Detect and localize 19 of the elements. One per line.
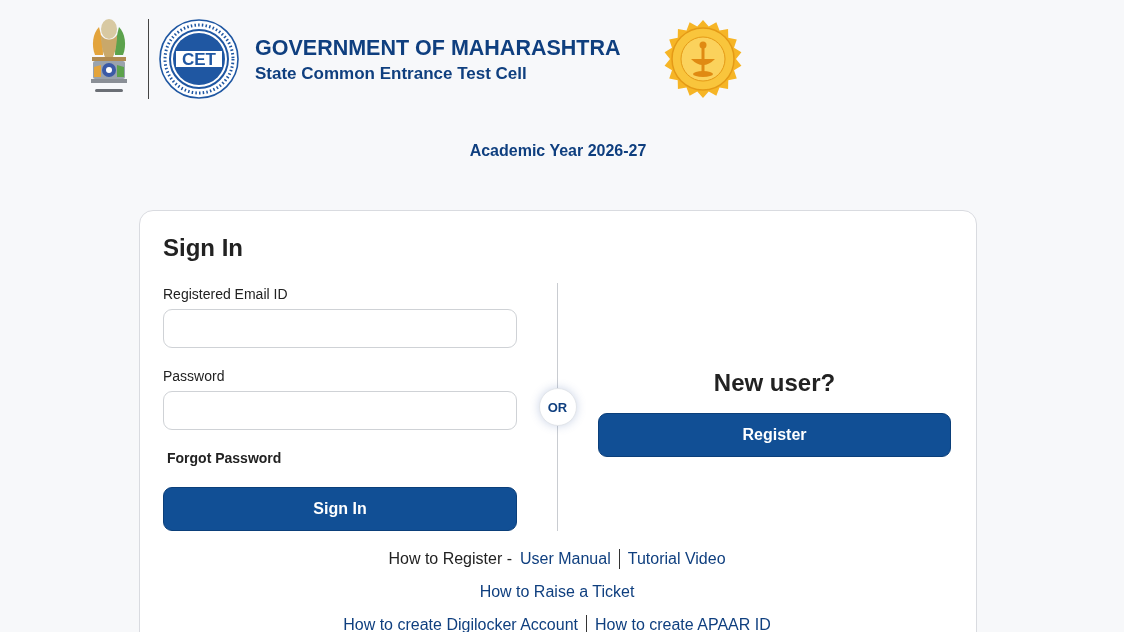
academic-year-heading: Academic Year 2026-27: [468, 141, 648, 161]
cet-logo: CET: [159, 19, 239, 99]
organization-title: GOVERNMENT OF MAHARASHTRA: [255, 34, 621, 61]
help-text: How to Register -: [388, 549, 512, 569]
or-badge: OR: [538, 388, 577, 426]
help-link[interactable]: How to create APAAR ID: [595, 615, 771, 632]
help-link[interactable]: How to Raise a Ticket: [479, 582, 635, 602]
sign-in-button[interactable]: Sign In: [163, 487, 517, 531]
password-label: Password: [163, 368, 226, 385]
email-label: Registered Email ID: [163, 286, 289, 303]
organization-subtitle: State Common Entrance Test Cell: [255, 62, 528, 84]
email-field[interactable]: [163, 309, 517, 348]
password-field[interactable]: [163, 391, 517, 430]
register-button[interactable]: Register: [598, 413, 951, 457]
sign-in-heading: Sign In: [163, 233, 244, 263]
help-link[interactable]: User Manual: [520, 549, 611, 569]
help-link[interactable]: Tutorial Video: [627, 549, 726, 569]
new-user-heading: New user?: [712, 369, 837, 397]
forgot-password-link[interactable]: Forgot Password: [167, 450, 282, 467]
